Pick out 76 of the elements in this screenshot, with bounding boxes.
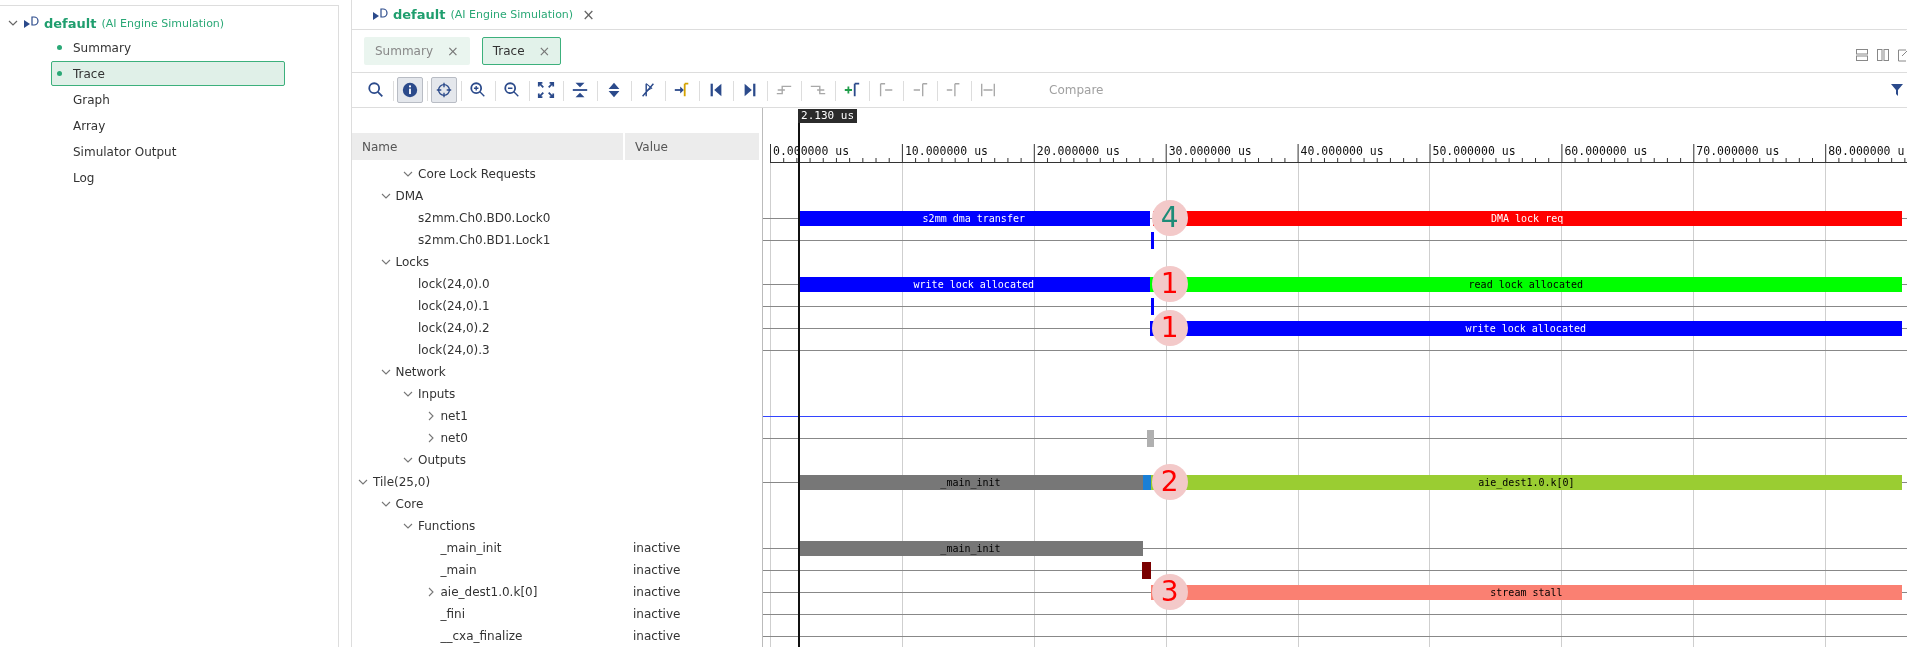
simulation-icon — [23, 16, 39, 30]
report-item[interactable]: Log — [51, 165, 285, 190]
tick-label: 50.000000 us — [1432, 144, 1516, 158]
signal-name[interactable]: Functions — [418, 519, 476, 533]
chevron-icon[interactable] — [380, 191, 391, 201]
filter-icon[interactable] — [1891, 84, 1903, 96]
chevron-icon[interactable] — [403, 455, 413, 465]
signal-value: inactive — [633, 585, 681, 599]
report-item[interactable]: Array — [51, 113, 285, 138]
tick-label: 40.000000 us — [1300, 144, 1384, 158]
tick-label: 10.000000 us — [904, 144, 988, 158]
signal-name[interactable]: lock(24,0).3 — [418, 343, 490, 357]
cursor-label: 2.130 us — [798, 109, 858, 123]
tick-label: 70.000000 us — [1696, 144, 1780, 158]
signal-value: inactive — [633, 563, 681, 577]
report-item[interactable]: Summary — [51, 35, 285, 60]
close-button[interactable]: × — [578, 5, 599, 24]
trace-pulse[interactable] — [1141, 562, 1152, 579]
signal-name[interactable]: s2mm.Ch0.BD0.Lock0 — [418, 211, 551, 225]
signal-name[interactable]: lock(24,0).0 — [418, 277, 490, 291]
chevron-icon[interactable] — [403, 521, 413, 531]
tick-label: 80.000000 u — [1828, 144, 1905, 158]
trace-bar[interactable]: s2mm dma transfer — [797, 211, 1150, 226]
signal-name[interactable]: Core — [395, 497, 424, 511]
close-button[interactable]: × — [447, 43, 459, 59]
signal-name[interactable]: _fini — [440, 607, 465, 621]
editor-title: default — [393, 7, 446, 22]
trace-bar[interactable]: _main_init — [797, 541, 1144, 556]
editor-subtitle: (AI Engine Simulation) — [450, 8, 574, 21]
column-header[interactable]: Value — [625, 133, 759, 160]
project-type: (AI Engine Simulation) — [101, 16, 225, 30]
horizontal-split-icon[interactable] — [1855, 48, 1869, 62]
report-item[interactable]: Trace — [51, 61, 285, 86]
trace-bar[interactable]: _main_init — [797, 475, 1144, 490]
signal-name[interactable]: Locks — [395, 255, 430, 269]
signal-name[interactable]: Tile(25,0) — [373, 475, 431, 489]
signal-name[interactable]: aie_dest1.0.k[0] — [440, 585, 538, 599]
chevron-icon[interactable] — [358, 477, 368, 487]
signal-name[interactable]: _main_init — [440, 541, 502, 555]
tick-label: 20.000000 us — [1036, 144, 1120, 158]
signal-value: inactive — [633, 607, 681, 621]
signal-value: inactive — [633, 541, 681, 555]
chevron-icon[interactable] — [403, 389, 413, 399]
chevron-icon[interactable] — [403, 169, 413, 179]
tab[interactable]: Summary × — [364, 37, 470, 65]
signal-name[interactable]: Core Lock Requests — [418, 167, 536, 181]
tab-label: Trace — [492, 44, 525, 58]
signal-name[interactable]: DMA — [395, 189, 424, 203]
trace-bar[interactable] — [1143, 475, 1152, 490]
signal-name[interactable]: lock(24,0).1 — [418, 299, 490, 313]
chevron-icon[interactable] — [380, 367, 391, 377]
signal-value: inactive — [633, 629, 681, 643]
signal-name[interactable]: __cxa_finalize — [440, 629, 523, 643]
simulation-icon — [372, 7, 388, 22]
close-button[interactable]: × — [538, 43, 551, 59]
tick-label: 30.000000 us — [1168, 144, 1252, 158]
signal-name[interactable]: net0 — [440, 431, 468, 445]
signal-name[interactable]: lock(24,0).2 — [418, 321, 490, 335]
report-item[interactable]: Graph — [51, 87, 285, 112]
pop-out-icon[interactable] — [1897, 48, 1907, 62]
signal-name[interactable]: Inputs — [418, 387, 456, 401]
chevron-icon[interactable] — [380, 499, 391, 509]
report-item[interactable]: Simulator Output — [51, 139, 285, 164]
signal-name[interactable]: net1 — [440, 409, 468, 423]
column-header[interactable]: Name — [352, 133, 623, 160]
signal-name[interactable]: s2mm.Ch0.BD1.Lock1 — [418, 233, 551, 247]
tab[interactable]: Trace × — [481, 37, 562, 65]
chevron-icon[interactable] — [8, 18, 18, 28]
tab-label: Summary — [375, 44, 433, 58]
tick-label: 60.000000 us — [1564, 144, 1648, 158]
signal-name[interactable]: Network — [395, 365, 446, 379]
chevron-icon[interactable] — [380, 257, 391, 267]
vertical-split-icon[interactable] — [1876, 48, 1890, 62]
signal-name[interactable]: Outputs — [418, 453, 466, 467]
trace-bar[interactable]: write lock allocated — [797, 277, 1150, 292]
signal-name[interactable]: _main — [440, 563, 477, 577]
